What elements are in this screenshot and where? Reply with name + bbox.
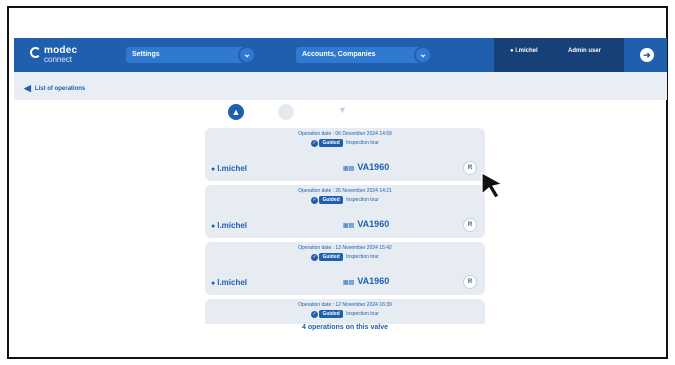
guided-icon: ✓ (311, 253, 319, 261)
operation-card[interactable]: Operation date : 06 December 2024 14:59 … (205, 128, 485, 181)
operations-count: 4 operations on this valve (302, 324, 388, 331)
breadcrumb[interactable]: ◀ List of operations (24, 82, 85, 93)
breadcrumb-label: List of operations (34, 86, 86, 92)
operation-date: Operation date : 13 November 2024 15:42 (298, 245, 392, 251)
operation-valve-text: VA1960 (357, 162, 390, 172)
operation-user-text: l.michel (217, 221, 248, 230)
guided-icon: ✓ (311, 196, 319, 204)
context-select[interactable]: Accounts, Companies ⌄ (296, 46, 432, 64)
settings-select-label: Settings (132, 51, 160, 58)
user-role: Admin user (568, 48, 602, 54)
operations-list[interactable]: Operation date : 06 December 2024 14:59 … (205, 128, 485, 324)
user-name: ● l.michel (510, 48, 538, 54)
filter-secondary-button[interactable] (278, 104, 294, 120)
operation-card[interactable]: Operation date : 26 November 2024 14:21 … (205, 185, 485, 238)
valve-icon: ▣▤ (343, 280, 355, 286)
user-box[interactable]: ● l.michel Admin user (494, 38, 624, 72)
report-button[interactable]: R (463, 218, 477, 232)
user-icon: ● (211, 280, 216, 287)
logo-sub: connect (44, 55, 73, 64)
operation-valve: ▣▤ VA1960 (343, 276, 389, 286)
type-badge: Guided (319, 196, 343, 204)
operation-valve: ▣▤ VA1960 (343, 219, 389, 229)
operation-date: Operation date : 26 November 2024 14:21 (298, 188, 392, 194)
type-label: Inspection tour (346, 254, 379, 260)
operation-date: Operation date : 12 November 2024 16:39 (298, 302, 392, 308)
operation-card[interactable]: Operation date : 13 November 2024 15:42 … (205, 242, 485, 295)
type-badge: Guided (319, 139, 343, 147)
user-icon: ● (211, 223, 216, 230)
guided-icon: ✓ (311, 310, 319, 318)
filter-icon[interactable]: ▼ (338, 105, 347, 115)
operation-type: ✓ Guided Inspection tour (205, 310, 485, 318)
app-logo[interactable]: modec connect (30, 46, 77, 64)
valve-icon: ▣▤ (343, 223, 355, 229)
chevron-down-icon[interactable]: ⌄ (414, 46, 432, 64)
operation-user-text: l.michel (217, 278, 248, 287)
logout-icon[interactable]: ➜ (640, 48, 654, 62)
type-badge: Guided (319, 310, 343, 318)
operation-type: ✓ Guided Inspection tour (205, 196, 485, 204)
operation-card[interactable]: Operation date : 12 November 2024 16:39 … (205, 299, 485, 324)
operation-user: ● l.michel (211, 164, 247, 173)
type-label: Inspection tour (346, 197, 379, 203)
report-button[interactable]: R (463, 275, 477, 289)
breadcrumb-bar: ◀ List of operations (14, 72, 667, 100)
type-label: Inspection tour (346, 311, 379, 317)
operation-user-text: l.michel (217, 164, 248, 173)
operation-date: Operation date : 06 December 2024 14:59 (298, 131, 392, 137)
operation-type: ✓ Guided Inspection tour (205, 139, 485, 147)
operation-user: ● l.michel (211, 221, 247, 230)
mouse-pointer-icon (481, 171, 504, 199)
chevron-down-icon[interactable]: ⌄ (238, 46, 256, 64)
report-button[interactable]: R (463, 161, 477, 175)
operation-valve-text: VA1960 (357, 219, 390, 229)
context-select-label: Accounts, Companies (302, 51, 376, 58)
user-icon: ● (211, 166, 216, 173)
operation-type: ✓ Guided Inspection tour (205, 253, 485, 261)
user-name-text: l.michel (515, 48, 538, 54)
arrow-left-icon: ◀ (24, 83, 31, 93)
type-badge: Guided (319, 253, 343, 261)
guided-icon: ✓ (311, 139, 319, 147)
settings-select[interactable]: Settings ⌄ (126, 46, 256, 64)
operation-valve: ▣▤ VA1960 (343, 162, 389, 172)
operation-filters: ▲ ▼ (222, 104, 352, 124)
valve-icon: ▣▤ (343, 166, 355, 172)
user-icon: ● (510, 48, 514, 54)
operation-user: ● l.michel (211, 278, 247, 287)
logo-icon (30, 47, 41, 58)
filter-operations-button[interactable]: ▲ (228, 104, 244, 120)
operation-valve-text: VA1960 (357, 276, 390, 286)
top-navbar: modec connect Settings ⌄ Accounts, Compa… (14, 38, 667, 72)
type-label: Inspection tour (346, 140, 379, 146)
